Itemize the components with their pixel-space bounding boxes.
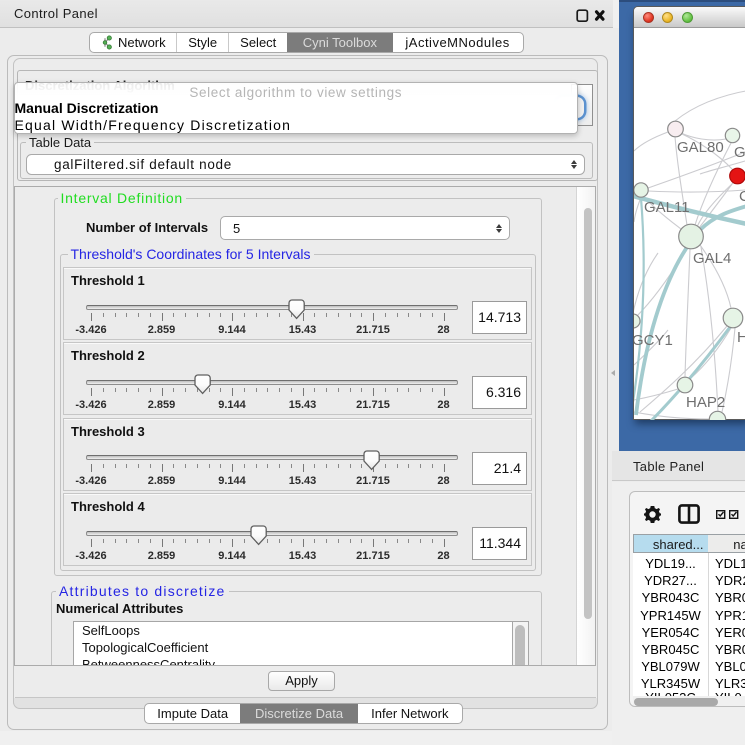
svg-text:GAL11: GAL11 [644, 199, 690, 216]
svg-text:GAL80: GAL80 [677, 139, 724, 156]
svg-text:GA: GA [734, 144, 745, 161]
svg-text:HIS: HIS [737, 329, 745, 346]
svg-text:GAL4: GAL4 [693, 250, 731, 267]
svg-text:CD: CD [739, 188, 745, 205]
svg-text:GCY1: GCY1 [634, 332, 673, 349]
svg-text:HAP2: HAP2 [686, 394, 725, 411]
